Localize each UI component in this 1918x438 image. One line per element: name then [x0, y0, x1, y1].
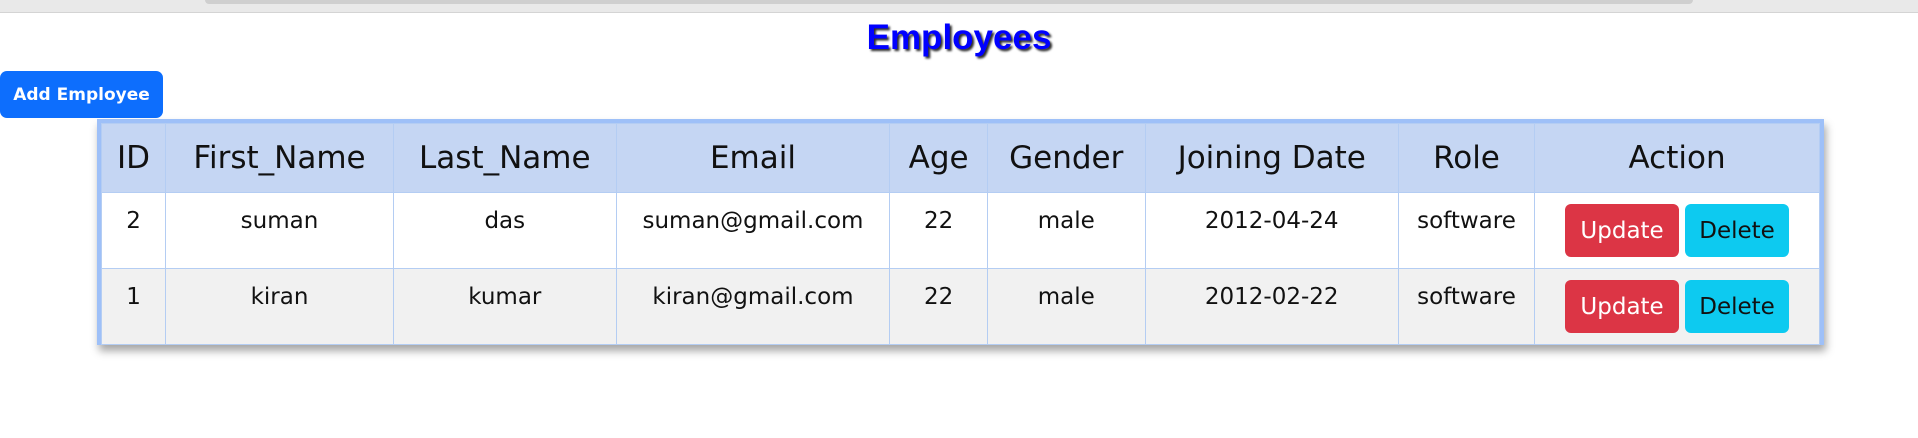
table-header-row: ID First_Name Last_Name Email Age Gender… [100, 123, 1820, 193]
employees-table-container: ID First_Name Last_Name Email Age Gender… [97, 119, 1824, 345]
delete-button[interactable]: Delete [1685, 204, 1790, 257]
cell-role: software [1397, 268, 1536, 345]
cell-joining-date: 2012-02-22 [1144, 268, 1399, 345]
cell-joining-date: 2012-04-24 [1144, 192, 1399, 269]
column-header-age: Age [889, 123, 988, 193]
cell-last-name: kumar [392, 268, 617, 345]
column-header-first-name: First_Name [165, 123, 394, 193]
column-header-action: Action [1534, 123, 1820, 193]
cell-email: kiran@gmail.com [615, 268, 891, 345]
cell-age: 22 [889, 192, 988, 269]
column-header-last-name: Last_Name [392, 123, 617, 193]
update-button[interactable]: Update [1565, 204, 1680, 257]
browser-toolbar-strip [0, 0, 1918, 13]
cell-action: Update Delete [1534, 192, 1820, 269]
column-header-joining-date: Joining Date [1144, 123, 1399, 193]
cell-id: 1 [100, 268, 167, 345]
column-header-gender: Gender [986, 123, 1146, 193]
column-header-email: Email [615, 123, 891, 193]
update-button[interactable]: Update [1565, 280, 1680, 333]
cell-action: Update Delete [1534, 268, 1820, 345]
page-title: Employees [866, 18, 1052, 57]
browser-address-bar-edge [205, 0, 1693, 4]
table-row: 1 kiran kumar kiran@gmail.com 22 male 20… [100, 268, 1820, 345]
add-employee-button[interactable]: Add Employee [0, 71, 163, 118]
cell-email: suman@gmail.com [615, 192, 891, 269]
cell-age: 22 [889, 268, 988, 345]
delete-button[interactable]: Delete [1685, 280, 1790, 333]
column-header-id: ID [100, 123, 167, 193]
cell-role: software [1397, 192, 1536, 269]
column-header-role: Role [1397, 123, 1536, 193]
cell-id: 2 [100, 192, 167, 269]
cell-gender: male [986, 268, 1146, 345]
cell-last-name: das [392, 192, 617, 269]
cell-first-name: suman [165, 192, 394, 269]
employees-table: ID First_Name Last_Name Email Age Gender… [100, 123, 1820, 345]
cell-first-name: kiran [165, 268, 394, 345]
cell-gender: male [986, 192, 1146, 269]
table-row: 2 suman das suman@gmail.com 22 male 2012… [100, 192, 1820, 269]
